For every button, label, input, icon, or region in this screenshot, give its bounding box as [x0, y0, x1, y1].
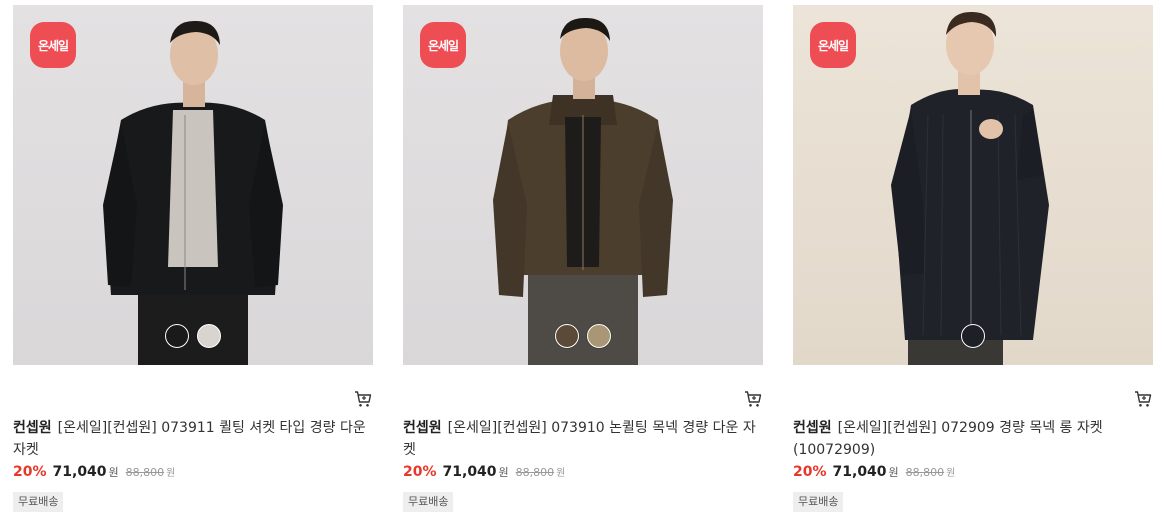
color-swatch-brown[interactable] — [555, 324, 579, 348]
product-image[interactable]: 온세일 — [793, 5, 1153, 365]
original-price: 88,800 — [125, 466, 165, 479]
color-swatches — [13, 324, 373, 348]
brand-name: 컨셉원 — [403, 420, 442, 436]
product-image[interactable]: 온세일 — [403, 5, 763, 365]
product-card[interactable]: 온세일 컨셉원 [온세일][컨셉원] 072909 경량 목넥 롱 자켓 (100… — [793, 5, 1153, 512]
cart-icon[interactable] — [743, 389, 763, 409]
sale-price: 71,040 — [442, 464, 497, 480]
color-swatch-light-grey[interactable] — [197, 324, 221, 348]
on-sale-badge: 온세일 — [30, 22, 76, 68]
product-grid: 온세일 컨셉원 [온세일][컨셉원] 073911 퀼팅 셔켓 타입 경량 다운 … — [0, 0, 1164, 521]
free-shipping-tag: 무료배송 — [793, 492, 844, 512]
original-price-unit: 원 — [946, 468, 956, 479]
color-swatch-beige[interactable] — [587, 324, 611, 348]
price-row: 20% 71,040 원 88,800 원 — [793, 464, 1153, 486]
product-card[interactable]: 온세일 컨셉원 [온세일][컨셉원] 073910 논퀼팅 목넥 경량 다운 자켓… — [403, 5, 763, 512]
price-row: 20% 71,040 원 88,800 원 — [403, 464, 763, 486]
on-sale-badge: 온세일 — [810, 22, 856, 68]
product-title[interactable]: 컨셉원 [온세일][컨셉원] 073910 논퀼팅 목넥 경량 다운 자켓 — [403, 417, 763, 461]
original-price: 88,800 — [515, 466, 555, 479]
price-unit: 원 — [108, 466, 119, 479]
product-info: 컨셉원 [온세일][컨셉원] 073910 논퀼팅 목넥 경량 다운 자켓 20%… — [403, 417, 763, 512]
discount-rate: 20% — [13, 464, 47, 480]
product-info: 컨셉원 [온세일][컨셉원] 072909 경량 목넥 롱 자켓 (1007290… — [793, 417, 1153, 512]
price-row: 20% 71,040 원 88,800 원 — [13, 464, 373, 486]
original-price-unit: 원 — [166, 468, 176, 479]
product-title[interactable]: 컨셉원 [온세일][컨셉원] 073911 퀼팅 셔켓 타입 경량 다운 자켓 — [13, 417, 373, 461]
product-name: [온세일][컨셉원] 073910 논퀼팅 목넥 경량 다운 자켓 — [403, 420, 756, 458]
on-sale-badge: 온세일 — [420, 22, 466, 68]
color-swatches — [403, 324, 763, 348]
color-swatch-black[interactable] — [165, 324, 189, 348]
brand-name: 컨셉원 — [13, 420, 52, 436]
product-image[interactable]: 온세일 — [13, 5, 373, 365]
sale-price: 71,040 — [832, 464, 887, 480]
color-swatch-navy[interactable] — [961, 324, 985, 348]
price-unit: 원 — [498, 466, 509, 479]
product-title[interactable]: 컨셉원 [온세일][컨셉원] 072909 경량 목넥 롱 자켓 (1007290… — [793, 417, 1153, 461]
free-shipping-tag: 무료배송 — [13, 492, 64, 512]
cart-icon[interactable] — [353, 389, 373, 409]
price-unit: 원 — [888, 466, 899, 479]
product-name: [온세일][컨셉원] 072909 경량 목넥 롱 자켓 (10072909) — [793, 420, 1103, 458]
product-card[interactable]: 온세일 컨셉원 [온세일][컨셉원] 073911 퀼팅 셔켓 타입 경량 다운 … — [13, 5, 373, 512]
free-shipping-tag: 무료배송 — [403, 492, 454, 512]
original-price: 88,800 — [905, 466, 945, 479]
product-name: [온세일][컨셉원] 073911 퀼팅 셔켓 타입 경량 다운 자켓 — [13, 420, 366, 458]
cart-icon[interactable] — [1133, 389, 1153, 409]
color-swatches — [793, 324, 1153, 348]
original-price-unit: 원 — [556, 468, 566, 479]
discount-rate: 20% — [793, 464, 827, 480]
sale-price: 71,040 — [52, 464, 107, 480]
product-info: 컨셉원 [온세일][컨셉원] 073911 퀼팅 셔켓 타입 경량 다운 자켓 2… — [13, 417, 373, 512]
discount-rate: 20% — [403, 464, 437, 480]
brand-name: 컨셉원 — [793, 420, 832, 436]
